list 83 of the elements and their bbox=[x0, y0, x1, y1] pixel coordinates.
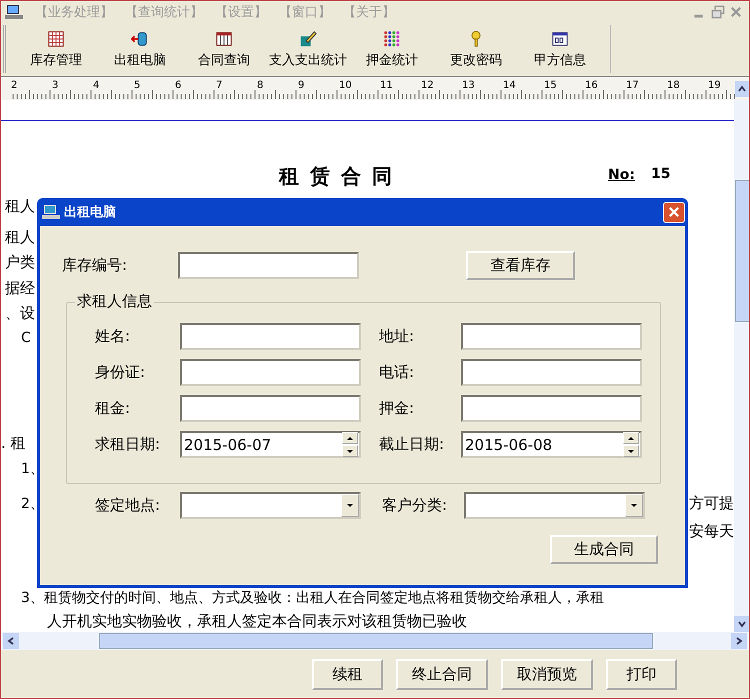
field-label: 押金: bbox=[379, 399, 416, 418]
contract-text: 据经 bbox=[5, 278, 35, 298]
restore-icon[interactable] bbox=[711, 5, 725, 19]
contract-text: 、设 bbox=[5, 304, 35, 323]
dropdown-button[interactable] bbox=[341, 494, 359, 517]
input-field[interactable] bbox=[461, 359, 642, 386]
contract-text: 1、 bbox=[21, 460, 44, 478]
contract-text: 3、租赁物交付的时间、地点、方式及验收：出租人在合同签定地点将租赁物交给承租人，承租 bbox=[21, 589, 604, 608]
dropdown-field[interactable] bbox=[464, 492, 645, 519]
stock-number-field[interactable] bbox=[178, 252, 359, 278]
number-label: No: bbox=[608, 167, 635, 183]
pencil-icon bbox=[299, 30, 317, 48]
toolbar-button[interactable]: 合同查询 bbox=[182, 26, 266, 72]
plug-icon bbox=[131, 30, 149, 48]
toolbar-button[interactable]: 甲方信息 bbox=[518, 26, 602, 72]
field-label: 截止日期: bbox=[379, 435, 446, 454]
computer-icon bbox=[42, 204, 60, 220]
contract-text: 2、 bbox=[21, 494, 44, 513]
toolbar-button[interactable]: 库存管理 bbox=[14, 26, 98, 72]
group-title: 求租人信息 bbox=[75, 292, 154, 311]
generate-contract-button[interactable]: 生成合同 bbox=[550, 535, 658, 564]
contract-text: 人开机实地实物验收，承租人签定本合同表示对该租赁物已验收 bbox=[47, 612, 467, 631]
down-arrow-icon bbox=[627, 448, 635, 454]
toolbar-button[interactable]: 支入支出统计 bbox=[266, 26, 350, 72]
contract-text: 安每天 bbox=[689, 522, 734, 541]
scroll-up-button[interactable] bbox=[735, 81, 749, 97]
close-button[interactable] bbox=[663, 202, 685, 222]
scroll-right-button[interactable] bbox=[731, 633, 747, 649]
field-label: 身份证: bbox=[95, 363, 146, 382]
contract-text: 户类 bbox=[5, 253, 35, 272]
input-field[interactable] bbox=[180, 359, 361, 386]
contract-text: . 租 bbox=[1, 434, 26, 454]
input-field[interactable] bbox=[180, 323, 361, 350]
down-arrow-icon bbox=[346, 448, 354, 454]
contract-text: 方可提 bbox=[689, 494, 734, 514]
spin-up-button[interactable] bbox=[623, 432, 639, 444]
field-label: 客户分类: bbox=[382, 496, 448, 515]
down-arrow-icon bbox=[346, 503, 354, 508]
close-icon[interactable] bbox=[729, 5, 743, 19]
field-label: 求租日期: bbox=[95, 435, 162, 454]
dots-icon bbox=[383, 30, 401, 48]
computer-icon bbox=[5, 4, 23, 20]
contract-title: 租 赁 合 同 bbox=[279, 163, 394, 190]
ruler: 2 3 4 5 6 7 8 9 10 11 12 13 14 15 16 17 18 19 bbox=[1, 77, 736, 99]
action-button[interactable]: 打印 bbox=[606, 658, 677, 690]
dropdown-field[interactable] bbox=[180, 492, 361, 519]
date-field[interactable]: 2015-06-07 bbox=[180, 431, 361, 458]
dialog-title: 出租电脑 bbox=[64, 204, 116, 221]
field-label: 地址: bbox=[379, 327, 416, 346]
action-button[interactable]: 取消预览 bbox=[501, 658, 593, 690]
contract-text: 租人 bbox=[5, 228, 35, 248]
action-button[interactable]: 终止合同 bbox=[396, 658, 488, 690]
up-arrow-icon bbox=[346, 436, 354, 440]
toolbar-button[interactable]: 出租电脑 bbox=[98, 26, 182, 72]
grid-icon bbox=[47, 30, 65, 48]
dropdown-button[interactable] bbox=[625, 494, 643, 517]
field-label: 租金: bbox=[95, 399, 132, 418]
input-field[interactable] bbox=[461, 395, 642, 422]
scroll-left-button[interactable] bbox=[3, 633, 19, 649]
input-field[interactable] bbox=[461, 323, 642, 350]
action-button[interactable]: 续租 bbox=[312, 658, 383, 690]
spin-down-button[interactable] bbox=[342, 445, 358, 457]
window-icon bbox=[551, 30, 569, 48]
field-label: 签定地点: bbox=[95, 496, 162, 515]
table-icon bbox=[215, 30, 233, 48]
field-label: 库存编号: bbox=[62, 256, 128, 274]
contract-text: 租人 bbox=[5, 197, 35, 216]
toolbar-button[interactable]: 押金统计 bbox=[350, 26, 434, 72]
spin-up-button[interactable] bbox=[342, 432, 358, 444]
date-field[interactable]: 2015-06-08 bbox=[461, 431, 642, 458]
close-icon bbox=[668, 206, 680, 218]
vertical-scrollbar[interactable] bbox=[734, 100, 749, 632]
spin-down-button[interactable] bbox=[623, 445, 639, 457]
view-stock-button[interactable]: 查看库存 bbox=[466, 250, 575, 280]
contract-text: C bbox=[21, 330, 31, 346]
input-field[interactable] bbox=[180, 395, 361, 422]
up-arrow-icon bbox=[627, 436, 635, 440]
toolbar-button[interactable]: 更改密码 bbox=[434, 26, 518, 72]
contract-number: 15 bbox=[651, 166, 670, 182]
field-label: 电话: bbox=[379, 363, 416, 382]
field-label: 姓名: bbox=[95, 327, 132, 346]
horizontal-scrollbar[interactable] bbox=[1, 632, 749, 650]
down-arrow-icon bbox=[630, 503, 638, 508]
